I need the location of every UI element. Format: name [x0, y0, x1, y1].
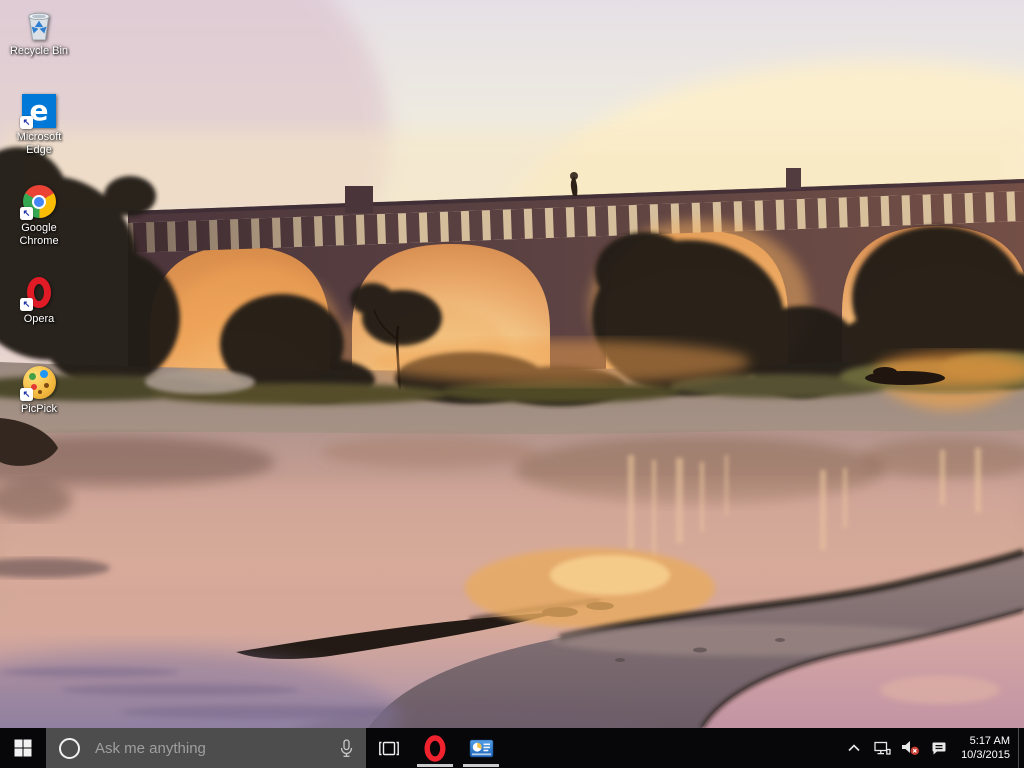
shortcut-arrow-icon: ↖ — [20, 207, 33, 220]
desktop-icon-opera[interactable]: ↖ Opera — [5, 276, 73, 326]
microsoft-edge-icon: e ↖ — [22, 94, 56, 128]
start-icon — [14, 739, 32, 757]
desktop-icon-google-chrome[interactable]: ↖ Google Chrome — [5, 185, 73, 248]
hidden-icons-chevron-icon — [848, 744, 860, 752]
system-tray: 5:17 AM 10/3/2015 — [839, 728, 1024, 768]
cortana-ring-icon — [59, 738, 80, 759]
wallpaper-image — [0, 0, 1024, 728]
clock-date: 10/3/2015 — [958, 748, 1010, 762]
desktop-icon-label: PicPick — [21, 403, 57, 416]
task-view-icon — [379, 741, 399, 756]
start-button[interactable] — [0, 728, 46, 768]
opera-icon — [424, 735, 446, 762]
chart-app-icon — [469, 739, 494, 758]
desktop-icon-label: Recycle Bin — [10, 45, 68, 58]
clock[interactable]: 5:17 AM 10/3/2015 — [952, 728, 1018, 768]
taskbar: 5:17 AM 10/3/2015 — [0, 728, 1024, 768]
volume-tray-button[interactable] — [896, 728, 925, 768]
action-center-icon — [931, 741, 947, 756]
search-box[interactable] — [46, 728, 366, 768]
desktop-icon-label: Microsoft Edge — [5, 131, 73, 157]
shortcut-arrow-icon: ↖ — [20, 298, 33, 311]
shortcut-arrow-icon: ↖ — [20, 116, 33, 129]
shortcut-arrow-icon: ↖ — [20, 388, 33, 401]
action-center-button[interactable] — [925, 728, 952, 768]
network-icon — [874, 741, 891, 756]
picpick-icon: ↖ — [22, 366, 56, 400]
running-indicator — [417, 764, 453, 767]
task-view-button[interactable] — [366, 728, 412, 768]
microphone-icon[interactable] — [339, 739, 354, 758]
network-tray-button[interactable] — [869, 728, 896, 768]
windows-desktop-screen: Recycle Bin e ↖ Microsoft Edge ↖ Google … — [0, 0, 1024, 768]
desktop-icon-picpick[interactable]: ↖ PicPick — [5, 366, 73, 416]
desktop-icon-recycle-bin[interactable]: Recycle Bin — [5, 8, 73, 58]
taskbar-app-chart[interactable] — [458, 728, 504, 768]
desktop-icon-label: Google Chrome — [5, 222, 73, 248]
clock-time: 5:17 AM — [958, 734, 1010, 748]
desktop-icon-label: Opera — [24, 313, 55, 326]
desktop-surface[interactable]: Recycle Bin e ↖ Microsoft Edge ↖ Google … — [0, 0, 1024, 728]
search-input[interactable] — [93, 739, 339, 758]
recycle-bin-icon — [22, 8, 56, 42]
desktop-icon-microsoft-edge[interactable]: e ↖ Microsoft Edge — [5, 94, 73, 157]
opera-icon: ↖ — [22, 276, 56, 310]
show-hidden-icons-button[interactable] — [839, 728, 869, 768]
volume-muted-icon — [901, 740, 920, 756]
taskbar-app-opera[interactable] — [412, 728, 458, 768]
running-indicator — [463, 764, 499, 767]
google-chrome-icon: ↖ — [22, 185, 56, 219]
show-desktop-button[interactable] — [1018, 728, 1024, 768]
